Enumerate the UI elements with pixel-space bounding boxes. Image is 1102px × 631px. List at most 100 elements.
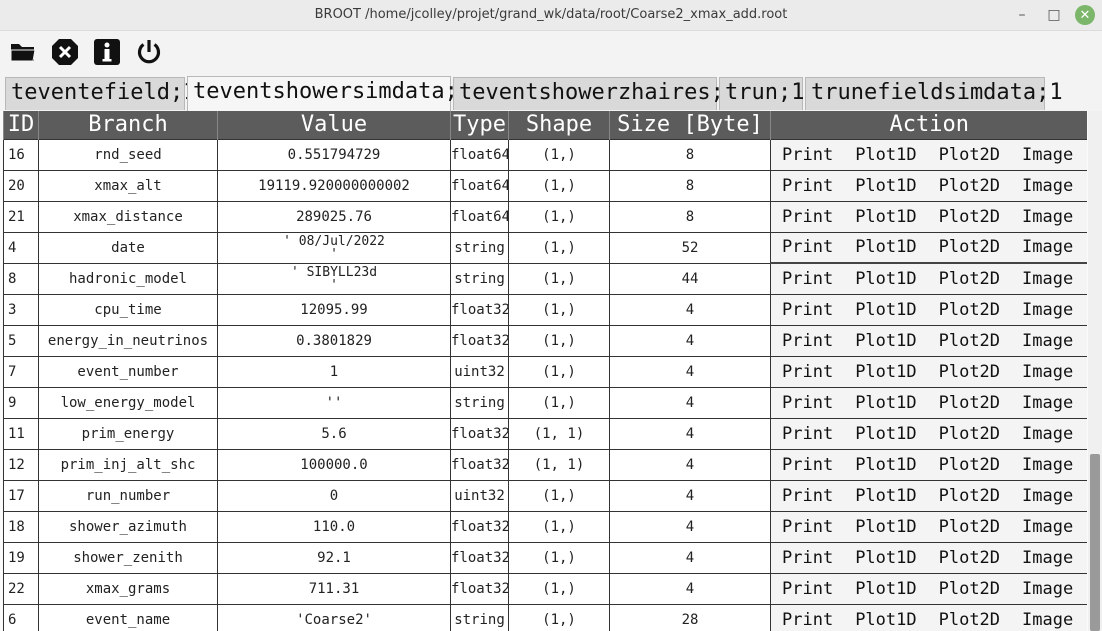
image-button[interactable]: Image — [1011, 237, 1084, 257]
power-icon[interactable] — [134, 37, 164, 67]
table-row[interactable]: 21 xmax_distance 289025.76 float64 (1,) 8 Prin… — [3, 200, 1087, 233]
plot2d-button[interactable]: Plot2D — [928, 207, 1011, 227]
info-icon[interactable] — [92, 37, 122, 67]
plot1d-button[interactable]: Plot1D — [844, 331, 927, 351]
image-button[interactable]: Image — [1011, 455, 1084, 475]
plot2d-button[interactable]: Plot2D — [928, 300, 1011, 320]
table-row[interactable]: 4 date ' 08/Jul/2022 ' string (1,) 52 Print Plot… — [3, 231, 1087, 264]
print-button[interactable]: Print — [772, 269, 845, 289]
plot2d-button[interactable]: Plot2D — [928, 362, 1011, 382]
print-button[interactable]: Print — [772, 145, 845, 165]
plot2d-button[interactable]: Plot2D — [928, 237, 1011, 257]
header-id[interactable]: ID — [3, 111, 39, 139]
plot1d-button[interactable]: Plot1D — [844, 393, 927, 413]
close-window-button[interactable]: ✕ — [1073, 3, 1097, 27]
folder-open-icon[interactable] — [8, 37, 38, 67]
plot2d-button[interactable]: Plot2D — [928, 424, 1011, 444]
table-row[interactable]: 5 energy_in_neutrinos 0.3801829 float32 (1,)… — [3, 324, 1087, 357]
plot2d-button[interactable]: Plot2D — [928, 517, 1011, 537]
plot2d-button[interactable]: Plot2D — [928, 579, 1011, 599]
table-row[interactable]: 22 xmax_grams 711.31 float32 (1,) 4 Print Plot1… — [3, 572, 1087, 605]
table-row[interactable]: 8 hadronic_model ' SIBYLL23d ' string (1,) 44 P… — [3, 262, 1087, 295]
image-button[interactable]: Image — [1011, 300, 1084, 320]
plot2d-button[interactable]: Plot2D — [928, 486, 1011, 506]
print-button[interactable]: Print — [772, 207, 845, 227]
image-button[interactable]: Image — [1011, 610, 1084, 630]
plot1d-button[interactable]: Plot1D — [844, 145, 927, 165]
tab-teventefield[interactable]: teventefield;1 — [5, 77, 196, 110]
plot2d-button[interactable]: Plot2D — [928, 393, 1011, 413]
plot1d-button[interactable]: Plot1D — [844, 486, 927, 506]
close-file-icon[interactable] — [50, 37, 80, 67]
image-button[interactable]: Image — [1011, 424, 1084, 444]
table-row[interactable]: 11 prim_energy 5.6 float32 (1, 1) 4 Print Plot1… — [3, 417, 1087, 450]
minimize-button[interactable]: – — [1010, 3, 1034, 27]
plot1d-button[interactable]: Plot1D — [844, 424, 927, 444]
print-button[interactable]: Print — [772, 486, 845, 506]
print-button[interactable]: Print — [772, 176, 845, 196]
plot1d-button[interactable]: Plot1D — [844, 176, 927, 196]
header-size[interactable]: Size [Byte] — [609, 111, 771, 139]
table-row[interactable]: 7 event_number 1 uint32 (1,) 4 Print Plot1D Plot… — [3, 355, 1087, 388]
print-button[interactable]: Print — [772, 424, 845, 444]
image-button[interactable]: Image — [1011, 517, 1084, 537]
image-button[interactable]: Image — [1011, 176, 1084, 196]
print-button[interactable]: Print — [772, 362, 845, 382]
image-button[interactable]: Image — [1011, 486, 1084, 506]
image-button[interactable]: Image — [1011, 207, 1084, 227]
table-row[interactable]: 3 cpu_time 12095.99 float32 (1,) 4 Print Plot1D… — [3, 293, 1087, 326]
plot1d-button[interactable]: Plot1D — [844, 579, 927, 599]
table-row[interactable]: 17 run_number 0 uint32 (1,) 4 Print Plot1D Plot2… — [3, 479, 1087, 512]
table-row[interactable]: 12 prim_inj_alt_shc 100000.0 float32 (1, 1) 4… — [3, 448, 1087, 481]
image-button[interactable]: Image — [1011, 393, 1084, 413]
plot2d-button[interactable]: Plot2D — [928, 455, 1011, 475]
image-button[interactable]: Image — [1011, 145, 1084, 165]
print-button[interactable]: Print — [772, 548, 845, 568]
plot2d-button[interactable]: Plot2D — [928, 176, 1011, 196]
image-button[interactable]: Image — [1011, 269, 1084, 289]
plot1d-button[interactable]: Plot1D — [844, 237, 927, 257]
scrollbar-thumb[interactable] — [1090, 454, 1100, 631]
plot1d-button[interactable]: Plot1D — [844, 207, 927, 227]
print-button[interactable]: Print — [772, 579, 845, 599]
maximize-button[interactable]: □ — [1042, 3, 1066, 27]
plot1d-button[interactable]: Plot1D — [844, 548, 927, 568]
plot2d-button[interactable]: Plot2D — [928, 610, 1011, 630]
table-row[interactable]: 16 rnd_seed 0.551794729 float64 (1,) 8 Print Pl… — [3, 138, 1087, 171]
plot1d-button[interactable]: Plot1D — [844, 269, 927, 289]
image-button[interactable]: Image — [1011, 579, 1084, 599]
plot2d-button[interactable]: Plot2D — [928, 331, 1011, 351]
print-button[interactable]: Print — [772, 610, 845, 630]
table-row[interactable]: 18 shower_azimuth 110.0 float32 (1,) 4 Print Pl… — [3, 510, 1087, 543]
header-branch[interactable]: Branch — [38, 111, 218, 139]
vertical-scrollbar[interactable] — [1088, 111, 1102, 631]
header-type[interactable]: Type — [450, 111, 509, 139]
print-button[interactable]: Print — [772, 300, 845, 320]
plot2d-button[interactable]: Plot2D — [928, 269, 1011, 289]
plot2d-button[interactable]: Plot2D — [928, 548, 1011, 568]
image-button[interactable]: Image — [1011, 331, 1084, 351]
tab-teventshowersimdata[interactable]: teventshowersimdata;1 — [187, 76, 471, 112]
header-shape[interactable]: Shape — [508, 111, 610, 139]
print-button[interactable]: Print — [772, 237, 845, 257]
print-button[interactable]: Print — [772, 517, 845, 537]
table-row[interactable]: 6 event_name 'Coarse2' string (1,) 28 Print Plo… — [3, 603, 1087, 631]
plot1d-button[interactable]: Plot1D — [844, 455, 927, 475]
plot2d-button[interactable]: Plot2D — [928, 145, 1011, 165]
table-row[interactable]: 9 low_energy_model '' string (1,) 4 Print Plot1… — [3, 386, 1087, 419]
table-row[interactable]: 19 shower_zenith 92.1 float32 (1,) 4 Print Plot… — [3, 541, 1087, 574]
print-button[interactable]: Print — [772, 455, 845, 475]
image-button[interactable]: Image — [1011, 362, 1084, 382]
print-button[interactable]: Print — [772, 331, 845, 351]
plot1d-button[interactable]: Plot1D — [844, 610, 927, 630]
tab-teventshowerzhaires[interactable]: teventshowerzhaires;1 — [453, 77, 737, 110]
image-button[interactable]: Image — [1011, 548, 1084, 568]
plot1d-button[interactable]: Plot1D — [844, 300, 927, 320]
tab-trunefieldsimdata[interactable]: trunefieldsimdata;1 — [805, 77, 1063, 110]
tab-trun[interactable]: trun;1 — [719, 77, 804, 110]
print-button[interactable]: Print — [772, 393, 845, 413]
plot1d-button[interactable]: Plot1D — [844, 517, 927, 537]
plot1d-button[interactable]: Plot1D — [844, 362, 927, 382]
table-row[interactable]: 20 xmax_alt 19119.920000000002 float64 (1,) 8… — [3, 169, 1087, 202]
header-value[interactable]: Value — [217, 111, 451, 139]
